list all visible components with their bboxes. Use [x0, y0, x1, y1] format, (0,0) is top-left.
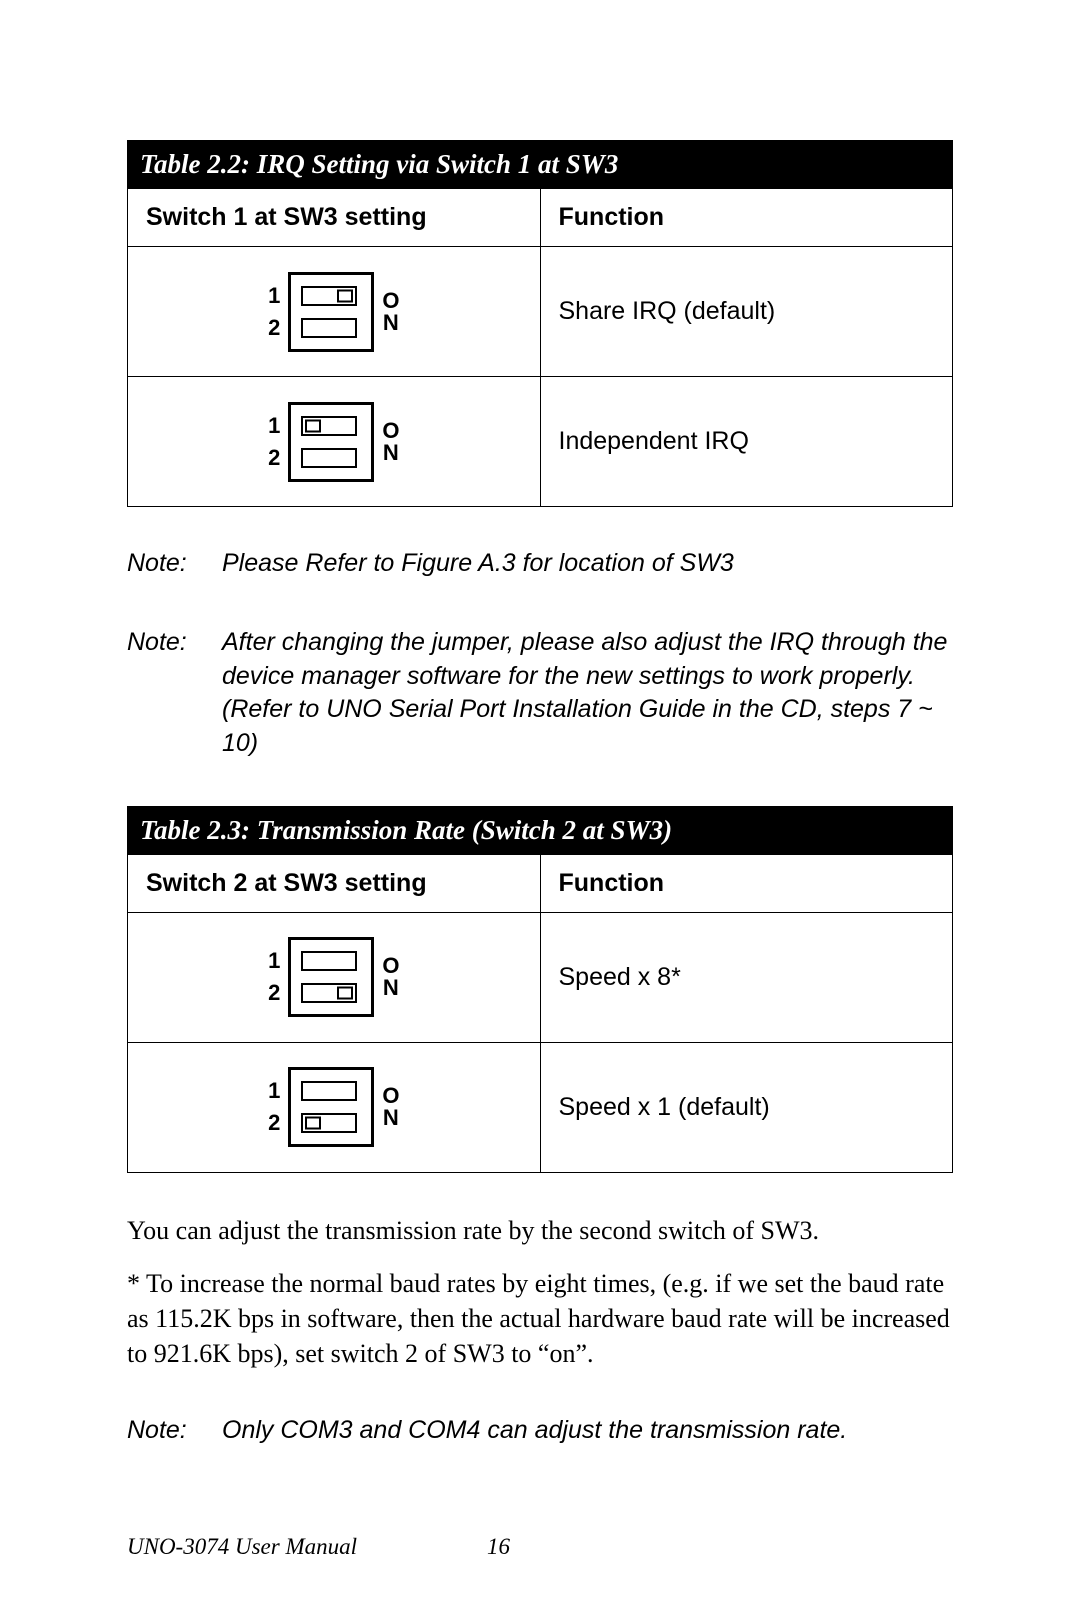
- dip-num-1: 1: [268, 948, 280, 974]
- note-1: Note: Please Refer to Figure A.3 for loc…: [127, 547, 953, 581]
- page-footer: UNO-3074 User Manual 16: [127, 1534, 510, 1560]
- note-label: Note:: [127, 547, 222, 581]
- table2-col2: Function: [540, 854, 953, 912]
- dip-switch-diagram: 1 2 O N: [268, 402, 399, 482]
- dip-switch-diagram: 1 2 O N: [268, 1067, 399, 1147]
- note-3: Note: Only COM3 and COM4 can adjust the …: [127, 1414, 953, 1448]
- table2-row1-func: Speed x 8*: [540, 912, 953, 1042]
- note-3-text: Only COM3 and COM4 can adjust the transm…: [222, 1414, 953, 1448]
- dip-label-n: N: [382, 312, 399, 334]
- table1-col1: Switch 1 at SW3 setting: [128, 189, 541, 247]
- dip-switch-diagram: 1 2 O N: [268, 272, 399, 352]
- footer-page: 16: [487, 1534, 510, 1560]
- dip-label-o: O: [382, 420, 399, 442]
- note-2: Note: After changing the jumper, please …: [127, 626, 953, 761]
- dip-label-o: O: [382, 290, 399, 312]
- footer-title: UNO-3074 User Manual: [127, 1534, 357, 1560]
- table-transmission-rate: Table 2.3: Transmission Rate (Switch 2 a…: [127, 806, 953, 1173]
- table2-row2-func: Speed x 1 (default): [540, 1042, 953, 1172]
- table1-row2-switch: 1 2 O N: [128, 377, 541, 507]
- table2-col1: Switch 2 at SW3 setting: [128, 854, 541, 912]
- note-label: Note:: [127, 626, 222, 761]
- note-label: Note:: [127, 1414, 222, 1448]
- dip-num-2: 2: [268, 1110, 280, 1136]
- para-1: You can adjust the transmission rate by …: [127, 1213, 953, 1248]
- table2-row1-switch: 1 2 O N: [128, 912, 541, 1042]
- dip-label-o: O: [382, 1085, 399, 1107]
- dip-switch-diagram: 1 2 O N: [268, 937, 399, 1017]
- dip-label-n: N: [382, 977, 399, 999]
- dip-num-1: 1: [268, 283, 280, 309]
- table1-row2-func: Independent IRQ: [540, 377, 953, 507]
- table2-title: Table 2.3: Transmission Rate (Switch 2 a…: [128, 806, 953, 854]
- table-irq-setting: Table 2.2: IRQ Setting via Switch 1 at S…: [127, 140, 953, 507]
- table1-title: Table 2.2: IRQ Setting via Switch 1 at S…: [128, 141, 953, 189]
- dip-num-1: 1: [268, 413, 280, 439]
- dip-num-1: 1: [268, 1078, 280, 1104]
- dip-num-2: 2: [268, 445, 280, 471]
- table1-row1-func: Share IRQ (default): [540, 247, 953, 377]
- dip-label-n: N: [382, 442, 399, 464]
- dip-label-o: O: [382, 955, 399, 977]
- table2-row2-switch: 1 2 O N: [128, 1042, 541, 1172]
- note-2-text: After changing the jumper, please also a…: [222, 626, 953, 761]
- para-2: * To increase the normal baud rates by e…: [127, 1266, 953, 1371]
- dip-num-2: 2: [268, 315, 280, 341]
- dip-num-2: 2: [268, 980, 280, 1006]
- table1-col2: Function: [540, 189, 953, 247]
- dip-label-n: N: [382, 1107, 399, 1129]
- note-1-text: Please Refer to Figure A.3 for location …: [222, 547, 953, 581]
- table1-row1-switch: 1 2 O N: [128, 247, 541, 377]
